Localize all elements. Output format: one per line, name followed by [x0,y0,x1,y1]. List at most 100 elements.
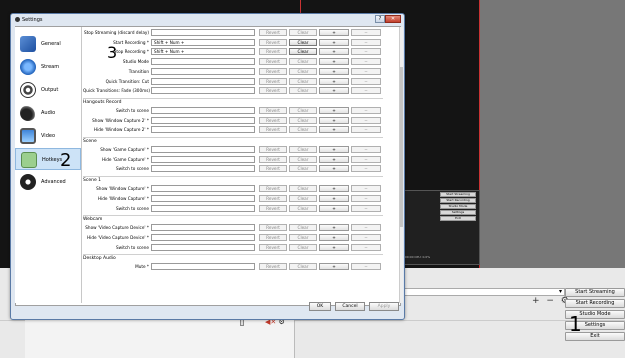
add-hotkey-button[interactable]: + [319,106,349,114]
add-hotkey-button[interactable]: + [319,165,349,173]
add-hotkey-button[interactable]: + [319,77,349,85]
hotkey-input[interactable] [151,243,255,251]
hotkey-input[interactable] [151,67,255,75]
remove-hotkey-button[interactable]: − [351,77,381,85]
ok-button[interactable]: OK [309,302,331,311]
add-hotkey-button[interactable]: + [319,194,349,202]
remove-hotkey-button[interactable]: − [351,116,381,124]
add-hotkey-button[interactable]: + [319,87,349,95]
revert-button[interactable]: Revert [259,263,287,271]
add-hotkey-button[interactable]: + [319,146,349,153]
hotkey-input[interactable] [151,106,255,114]
sidebar-item-audio[interactable]: Audio [15,102,81,124]
clear-button[interactable]: Clear [289,87,317,95]
remove-hotkey-button[interactable]: − [351,58,381,66]
clear-button[interactable]: Clear [289,233,317,241]
apply-button[interactable]: Apply [369,302,399,311]
close-button[interactable]: ✕ [385,15,401,23]
remove-hotkey-button[interactable]: − [351,29,381,36]
revert-button[interactable]: Revert [259,126,287,134]
clear-button[interactable]: Clear [289,106,317,114]
clear-button[interactable]: Clear [289,67,317,75]
profile-select[interactable] [400,288,565,296]
remove-hotkey-button[interactable]: − [351,165,381,173]
clear-button[interactable]: Clear [289,204,317,212]
clear-button[interactable]: Clear [289,48,317,56]
hotkey-input[interactable]: Shift + Num + [151,48,255,56]
remove-hotkey-button[interactable]: − [351,146,381,153]
clear-button[interactable]: Clear [289,263,317,271]
revert-button[interactable]: Revert [259,87,287,95]
add-hotkey-button[interactable]: + [319,116,349,124]
hotkey-input[interactable] [151,204,255,212]
add-hotkey-button[interactable]: + [319,155,349,163]
clear-button[interactable]: Clear [289,165,317,173]
hotkey-input[interactable] [151,29,255,36]
clear-button[interactable]: Clear [289,58,317,66]
remove-hotkey-button[interactable]: − [351,263,381,271]
clear-button[interactable]: Clear [289,146,317,153]
sidebar-item-hotkeys[interactable]: Hotkeys 2 [15,148,81,171]
revert-button[interactable]: Revert [259,204,287,212]
sidebar-item-general[interactable]: General [15,33,81,55]
remove-hotkey-button[interactable]: − [351,87,381,95]
hotkey-input[interactable] [151,126,255,134]
revert-button[interactable]: Revert [259,146,287,153]
scrollbar-thumb[interactable] [400,67,403,227]
remove-hotkey-button[interactable]: − [351,243,381,251]
clear-button[interactable]: Clear [289,38,317,46]
sidebar-item-stream[interactable]: Stream [15,56,81,78]
revert-button[interactable]: Revert [259,77,287,85]
clear-button[interactable]: Clear [289,243,317,251]
add-hotkey-button[interactable]: + [319,29,349,36]
add-hotkey-button[interactable]: + [319,243,349,251]
hotkey-input[interactable] [151,116,255,124]
revert-button[interactable]: Revert [259,29,287,36]
cancel-button[interactable]: Cancel [335,302,365,311]
remove-hotkey-button[interactable]: − [351,106,381,114]
clear-button[interactable]: Clear [289,77,317,85]
clear-button[interactable]: Clear [289,155,317,163]
revert-button[interactable]: Revert [259,48,287,56]
hotkey-input[interactable] [151,77,255,85]
sidebar-item-output[interactable]: Output [15,79,81,101]
hotkey-input[interactable] [151,185,255,193]
remove-hotkey-button[interactable]: − [351,126,381,134]
help-button[interactable]: ? [375,15,385,23]
remove-hotkey-button[interactable]: − [351,194,381,202]
add-hotkey-button[interactable]: + [319,233,349,241]
clear-button[interactable]: Clear [289,194,317,202]
hotkeys-scrollbar[interactable] [399,27,403,303]
hotkey-input[interactable] [151,263,255,271]
remove-hotkey-button[interactable]: − [351,233,381,241]
revert-button[interactable]: Revert [259,165,287,173]
add-hotkey-button[interactable]: + [319,263,349,271]
clear-button[interactable]: Clear [289,185,317,193]
revert-button[interactable]: Revert [259,233,287,241]
revert-button[interactable]: Revert [259,224,287,232]
hotkey-input[interactable] [151,194,255,202]
revert-button[interactable]: Revert [259,116,287,124]
add-hotkey-button[interactable]: + [319,185,349,193]
start-recording-button[interactable]: Start Recording [565,299,625,308]
add-hotkey-button[interactable]: + [319,48,349,56]
add-hotkey-button[interactable]: + [319,58,349,66]
revert-button[interactable]: Revert [259,194,287,202]
start-streaming-button[interactable]: Start Streaming [565,288,625,297]
hotkey-input[interactable] [151,155,255,163]
revert-button[interactable]: Revert [259,243,287,251]
revert-button[interactable]: Revert [259,185,287,193]
add-hotkey-button[interactable]: + [319,38,349,46]
clear-button[interactable]: Clear [289,224,317,232]
sidebar-item-video[interactable]: Video [15,125,81,147]
hotkey-input[interactable] [151,146,255,153]
clear-button[interactable]: Clear [289,126,317,134]
remove-hotkey-button[interactable]: − [351,224,381,232]
hotkey-input[interactable] [151,58,255,66]
revert-button[interactable]: Revert [259,38,287,46]
clear-button[interactable]: Clear [289,29,317,36]
revert-button[interactable]: Revert [259,106,287,114]
remove-hotkey-button[interactable]: − [351,48,381,56]
add-hotkey-button[interactable]: + [319,126,349,134]
hotkey-input[interactable] [151,233,255,241]
